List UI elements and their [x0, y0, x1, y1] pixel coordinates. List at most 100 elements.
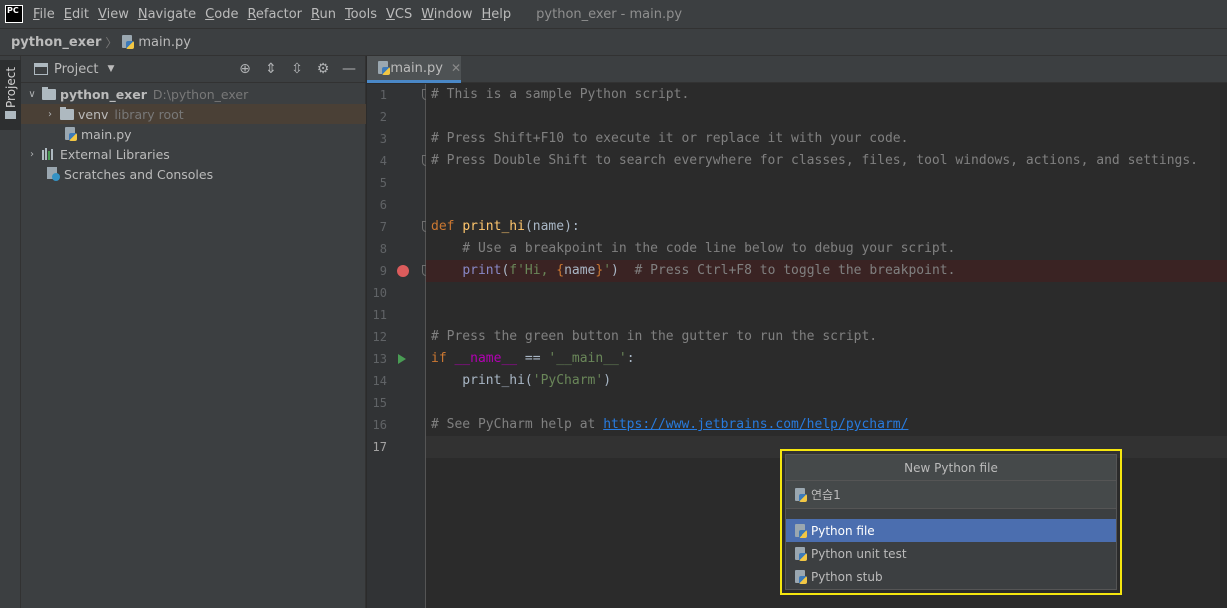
filename-input[interactable]: 연습1: [786, 481, 1116, 509]
tree-item-project-root[interactable]: ∨ python_exer D:\python_exer: [21, 84, 366, 104]
option-label: Python stub: [811, 569, 883, 584]
run-icon[interactable]: [398, 354, 406, 364]
menu-view[interactable]: View: [98, 7, 129, 22]
option-python-file[interactable]: Python file: [786, 519, 1116, 542]
folder-icon: [42, 86, 56, 100]
panel-toolbar: ⊕ ⇕ ⇳ ⚙ —: [229, 60, 359, 78]
folder-icon: [5, 111, 16, 119]
menu-vcs[interactable]: VCS: [386, 7, 412, 22]
minimize-icon[interactable]: —: [339, 60, 359, 78]
breadcrumb-project[interactable]: python_exer: [11, 35, 101, 50]
expand-all-icon[interactable]: ⇕: [261, 60, 281, 78]
line-number: 12: [372, 330, 387, 344]
line-number: 8: [379, 242, 387, 256]
project-view-selector[interactable]: Project: [54, 62, 98, 77]
tree-item-label: Scratches and Consoles: [64, 166, 214, 182]
python-file-icon: [64, 127, 78, 141]
library-icon: [42, 148, 56, 160]
line-number: 11: [372, 308, 387, 322]
pycharm-logo-icon: PC: [5, 5, 23, 23]
code-line-3: # Press Shift+F10 to execute it or repla…: [431, 131, 909, 146]
line-number: 10: [372, 286, 387, 300]
python-file-icon: [794, 487, 808, 502]
close-icon[interactable]: ✕: [451, 61, 461, 75]
tree-item-main-py[interactable]: main.py: [21, 124, 366, 144]
option-python-stub[interactable]: Python stub: [786, 565, 1116, 588]
code-line-1: # This is a sample Python script.: [431, 87, 690, 102]
tree-item-label: External Libraries: [60, 146, 170, 162]
menu-file[interactable]: File: [33, 7, 55, 22]
code-line-12: # Press the green button in the gutter t…: [431, 329, 878, 344]
line-number: 1: [379, 88, 387, 102]
collapse-all-icon[interactable]: ⇳: [287, 60, 307, 78]
python-file-icon: [377, 61, 391, 75]
project-tool-tab-label: Project: [4, 66, 18, 108]
chevron-down-icon[interactable]: ∨: [26, 89, 38, 100]
menu-refactor[interactable]: Refactor: [247, 7, 302, 22]
new-python-file-dialog: New Python file 연습1 Python file Python u…: [785, 454, 1117, 590]
project-tree: ∨ python_exer D:\python_exer › venv libr…: [21, 84, 366, 184]
scratches-icon: [46, 167, 60, 181]
filename-input-value: 연습1: [811, 488, 841, 502]
editor-gutter[interactable]: 1 2 3 4 5 6 7 8 9 10 11 12 13 14 15 16 1…: [367, 84, 431, 608]
line-number: 14: [372, 374, 387, 388]
chevron-right-icon[interactable]: ›: [44, 109, 56, 120]
option-label: Python file: [811, 523, 875, 538]
menu-window[interactable]: Window: [421, 7, 472, 22]
line-number: 3: [379, 132, 387, 146]
line-number: 5: [379, 176, 387, 190]
pycharm-help-link[interactable]: https://www.jetbrains.com/help/pycharm/: [603, 417, 908, 432]
breadcrumb-file[interactable]: main.py: [138, 35, 191, 50]
menu-tools[interactable]: Tools: [345, 7, 377, 22]
option-python-unit-test[interactable]: Python unit test: [786, 542, 1116, 565]
gear-icon[interactable]: ⚙: [313, 60, 333, 78]
line-number: 6: [379, 198, 387, 212]
tree-item-note: library root: [114, 106, 184, 122]
line-number: 9: [367, 260, 419, 282]
chevron-down-icon[interactable]: ▼: [107, 64, 114, 74]
code-line-8: # Use a breakpoint in the code line belo…: [431, 241, 956, 256]
menu-run[interactable]: Run: [311, 7, 336, 22]
python-file-icon: [794, 546, 808, 561]
line-number: 2: [379, 110, 387, 124]
menu-help[interactable]: Help: [482, 7, 512, 22]
menu-bar: PC File Edit View Navigate Code Refactor…: [0, 0, 1227, 28]
breadcrumb-separator-icon: 〉: [105, 35, 118, 50]
breakpoint-icon[interactable]: [397, 265, 409, 277]
folder-icon: [60, 106, 74, 120]
menu-code[interactable]: Code: [205, 7, 238, 22]
python-file-icon: [794, 569, 808, 584]
code-line-14: print_hi('PyCharm'): [431, 373, 612, 388]
tree-item-label: venv: [78, 106, 109, 122]
option-label: Python unit test: [811, 546, 907, 561]
tab-label: main.py: [390, 60, 443, 76]
locate-icon[interactable]: ⊕: [235, 60, 255, 78]
tree-item-external-libraries[interactable]: › External Libraries: [21, 144, 366, 164]
dialog-separator: [786, 509, 1116, 519]
line-number: 4: [379, 154, 387, 168]
code-line-9: print(f'Hi, {name}') # Press Ctrl+F8 to …: [462, 263, 956, 278]
tree-item-scratches[interactable]: Scratches and Consoles: [21, 164, 366, 184]
tree-item-label: main.py: [81, 126, 132, 142]
python-file-icon: [794, 523, 808, 538]
code-line-16: # See PyCharm help at https://www.jetbra…: [431, 417, 909, 432]
tree-item-label: python_exer: [60, 86, 147, 102]
python-file-icon: [121, 35, 135, 49]
line-number: 17: [372, 440, 387, 454]
left-tool-strip: Project: [0, 56, 21, 608]
line-number: 16: [372, 418, 387, 432]
breadcrumb: python_exer 〉 main.py: [0, 28, 1227, 56]
dialog-title: New Python file: [786, 455, 1116, 481]
editor-tab-bar: main.py ✕: [367, 56, 1227, 83]
line-number: 15: [372, 396, 387, 410]
menu-navigate[interactable]: Navigate: [138, 7, 196, 22]
tab-main-py[interactable]: main.py ✕: [367, 56, 461, 83]
code-line-7: def print_hi(name):: [431, 219, 580, 234]
menu-edit[interactable]: Edit: [64, 7, 89, 22]
tree-item-venv[interactable]: › venv library root: [21, 104, 366, 124]
code-line-4: # Press Double Shift to search everywher…: [431, 153, 1199, 168]
chevron-right-icon[interactable]: ›: [26, 149, 38, 160]
code-line-13: if __name__ == '__main__':: [431, 351, 635, 366]
project-tool-tab[interactable]: Project: [0, 60, 21, 130]
tree-item-path: D:\python_exer: [152, 86, 249, 102]
